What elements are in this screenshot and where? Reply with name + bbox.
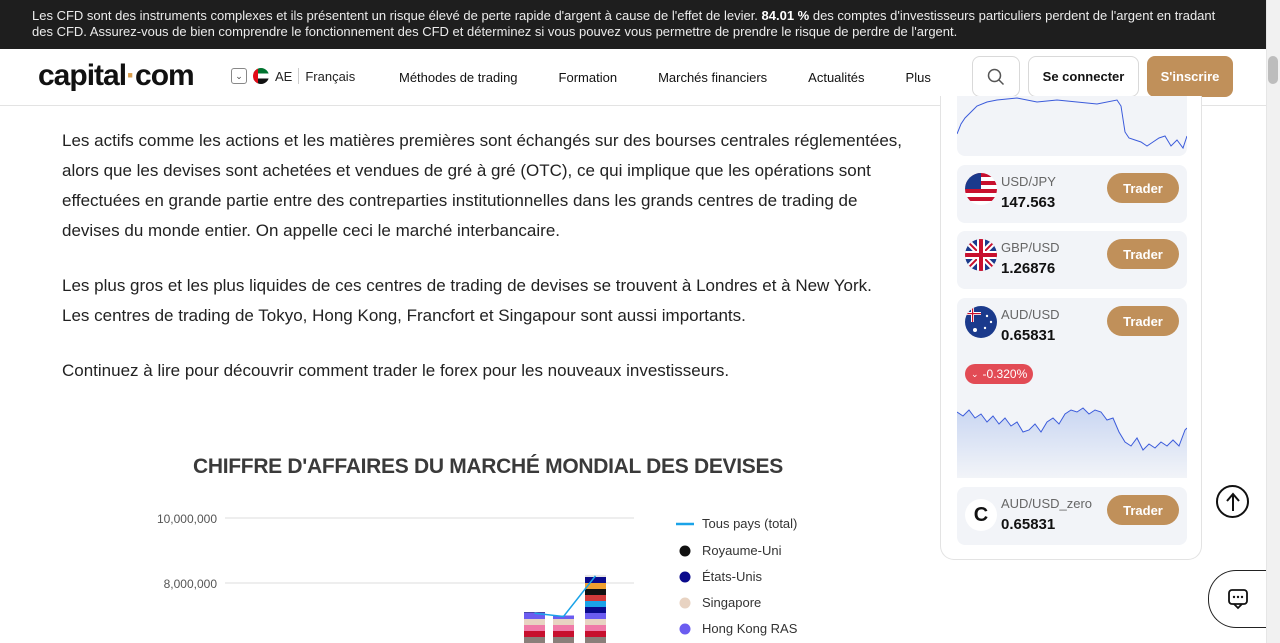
y-tick-label: 8,000,000	[164, 577, 218, 591]
bar-segment	[585, 607, 606, 613]
uk-flag-icon	[965, 239, 997, 271]
signup-button[interactable]: S'inscrire	[1147, 56, 1233, 97]
au-flag-svg	[965, 306, 993, 332]
price-change-value: -0.320%	[982, 367, 1028, 381]
bar-segment	[553, 637, 574, 643]
pair-price: 1.26876	[1001, 260, 1056, 277]
pair-price: 147.563	[1001, 194, 1056, 211]
bar-segment	[585, 589, 606, 595]
market-card-audusd[interactable]: AUD/USD 0.65831 Trader ⌄ -0.320%	[957, 298, 1187, 478]
legend-label: Hong Kong RAS	[702, 621, 798, 636]
market-card-usdjpy[interactable]: USD/JPY 147.563 Trader	[957, 165, 1187, 223]
pair-price: 0.65831	[1001, 516, 1056, 533]
scrollbar-thumb[interactable]	[1268, 56, 1278, 84]
capital-com-logo[interactable]: capital·com	[38, 59, 195, 93]
nav-markets[interactable]: Marchés financiers	[658, 70, 767, 85]
chat-icon	[1228, 589, 1248, 610]
arrow-up-icon	[1225, 491, 1240, 511]
search-button[interactable]	[972, 56, 1020, 97]
risk-percent: 84.01 %	[761, 8, 810, 23]
trade-button[interactable]: Trader	[1107, 306, 1179, 336]
bar-segment	[524, 619, 545, 625]
chevron-down-icon: ⌄	[971, 368, 979, 379]
risk-warning-banner: Les CFD sont des instruments complexes e…	[0, 0, 1280, 49]
legend-dot	[679, 571, 691, 583]
pair-name: AUD/USD	[1001, 307, 1060, 322]
bar-segment	[585, 577, 606, 583]
page-scrollbar[interactable]	[1266, 0, 1280, 643]
pair-name: GBP/USD	[1001, 240, 1060, 255]
y-tick-label: 10,000,000	[157, 512, 217, 526]
trade-button[interactable]: Trader	[1107, 173, 1179, 203]
sparkline-svg	[957, 97, 1187, 150]
trade-button[interactable]: Trader	[1107, 495, 1179, 525]
scroll-to-top-button[interactable]	[1216, 485, 1249, 518]
pair-name: AUD/USD_zero	[1001, 496, 1093, 511]
nav-formation[interactable]: Formation	[559, 70, 618, 85]
forex-turnover-chart: CHIFFRE D'AFFAIRES DU MARCHÉ MONDIAL DES…	[62, 445, 902, 643]
logo-dot: ·	[126, 59, 136, 92]
chart-title: CHIFFRE D'AFFAIRES DU MARCHÉ MONDIAL DES…	[193, 455, 783, 478]
chart-bars	[524, 574, 606, 643]
legend-label: Tous pays (total)	[702, 516, 797, 531]
audusd-sparkline	[957, 407, 1187, 478]
article-paragraph: Les plus gros et les plus liquides de ce…	[62, 276, 872, 325]
nav-more[interactable]: Plus	[906, 70, 931, 85]
bar-segment	[524, 631, 545, 637]
article-body: Les actifs comme les actions et les mati…	[62, 126, 902, 411]
logo-right: com	[135, 59, 195, 92]
price-change-badge: ⌄ -0.320%	[965, 364, 1034, 384]
legend-label: Royaume-Uni	[702, 543, 782, 558]
logo-left: capital	[38, 59, 127, 92]
article-paragraph: Les actifs comme les actions et les mati…	[62, 131, 903, 240]
legend-dot	[679, 623, 691, 635]
bar-segment	[553, 619, 574, 625]
market-card-audusd-zero[interactable]: C AUD/USD_zero 0.65831 Trader	[957, 487, 1187, 545]
legend-label: Singapore	[702, 595, 761, 610]
bar-segment	[585, 619, 606, 625]
region-code: AE	[275, 68, 293, 84]
pair-price: 0.65831	[1001, 327, 1056, 344]
nav-trading-methods[interactable]: Méthodes de trading	[399, 70, 518, 85]
usa-flag-icon	[965, 173, 997, 205]
australia-flag-icon	[965, 306, 997, 338]
language-selector[interactable]: Français	[305, 69, 355, 84]
divider	[298, 68, 300, 84]
legend-dot	[679, 597, 691, 609]
sparkline-chart	[957, 96, 1187, 156]
pair-name: USD/JPY	[1001, 174, 1056, 189]
chevron-down-icon[interactable]: ⌄	[231, 68, 247, 84]
bar-segment	[524, 625, 545, 631]
bar-segment	[553, 625, 574, 631]
risk-warning-text-1: Les CFD sont des instruments complexes e…	[32, 8, 762, 23]
bar-segment	[585, 637, 606, 643]
market-card-gbpusd[interactable]: GBP/USD 1.26876 Trader	[957, 231, 1187, 289]
nav-news[interactable]: Actualités	[808, 70, 864, 85]
markets-sidebar: USD/JPY 147.563 Trader GBP/USD 1.26876 T…	[940, 96, 1202, 560]
search-icon	[987, 68, 1005, 85]
legend-dot	[679, 545, 691, 557]
bar-segment	[553, 631, 574, 637]
uae-flag-icon	[253, 68, 269, 84]
login-button[interactable]: Se connecter	[1028, 56, 1139, 97]
uk-flag-svg	[965, 239, 997, 271]
capital-logo-icon: C	[965, 499, 997, 531]
article-paragraph: Continuez à lire pour découvrir comment …	[62, 361, 730, 380]
bar-segment	[585, 601, 606, 607]
bar-segment	[524, 612, 545, 613]
bar-segment	[585, 625, 606, 631]
main-nav: Méthodes de trading Formation Marchés fi…	[399, 70, 972, 85]
bar-segment	[524, 637, 545, 643]
bar-segment	[585, 613, 606, 619]
trade-button[interactable]: Trader	[1107, 239, 1179, 269]
region-selector[interactable]: ⌄ AE Français	[231, 68, 355, 84]
bar-segment	[585, 595, 606, 601]
bar-segment	[585, 631, 606, 637]
chart-legend: Tous pays (total) Royaume-Uni États-Unis…	[676, 516, 798, 636]
legend-label: États-Unis	[702, 569, 762, 584]
